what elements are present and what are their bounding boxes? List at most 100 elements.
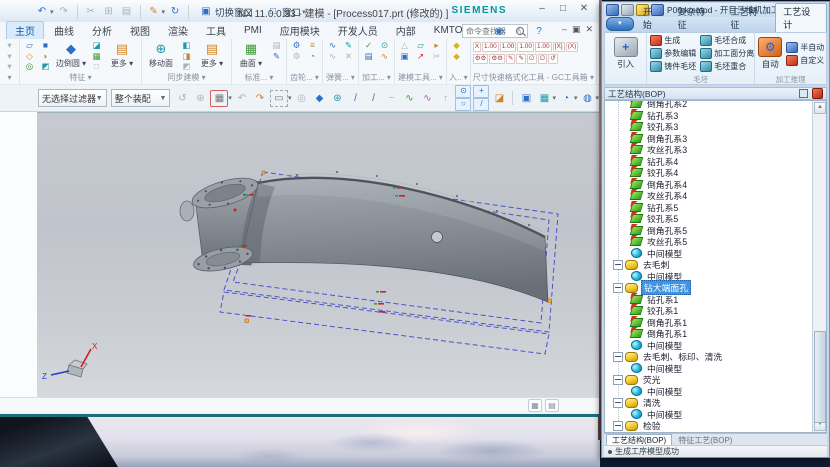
offset-face-icon[interactable]: ◨: [179, 51, 194, 62]
maximize-icon[interactable]: □: [556, 3, 570, 14]
dropdown-arrow-icon[interactable]: ▾: [288, 94, 292, 102]
selection-scope-dropdown[interactable]: 整个装配▼: [111, 89, 171, 107]
render-style-icon[interactable]: ◍: [579, 91, 595, 106]
collapse-icon[interactable]: [613, 398, 623, 408]
doc-minimize-icon[interactable]: –: [562, 24, 567, 35]
nx-tab-内部[interactable]: 内部: [388, 22, 424, 39]
tag-icon[interactable]: ▸: [429, 40, 444, 51]
pattern-icon[interactable]: ▦: [89, 51, 104, 62]
nx-tab-工具[interactable]: 工具: [198, 22, 234, 39]
nx-tab-开发人员[interactable]: 开发人员: [330, 22, 386, 39]
rect-select-icon[interactable]: ▭: [270, 90, 288, 107]
spring-del-icon[interactable]: ✕: [341, 51, 356, 62]
extrude-icon[interactable]: ■: [38, 40, 53, 51]
nx-tab-渲染[interactable]: 渲染: [160, 22, 196, 39]
face-separate-button[interactable]: 加工面分离: [700, 48, 754, 59]
gear-pair-icon[interactable]: ⚙: [289, 51, 304, 62]
selection-filter-dropdown[interactable]: 无选择过滤器▼: [38, 89, 107, 107]
shell-icon[interactable]: □: [89, 61, 104, 72]
tree-item[interactable]: 清洗: [605, 397, 813, 409]
measure-icon[interactable]: ▣: [397, 51, 412, 62]
datum-plane-icon[interactable]: ◇: [22, 51, 37, 62]
touch-icon[interactable]: ↺: [174, 91, 190, 106]
boolean-icon[interactable]: ◩: [38, 61, 53, 72]
gc-tool-chip[interactable]: ✎: [516, 54, 525, 64]
paste-icon[interactable]: ▤: [119, 4, 135, 19]
probe-icon[interactable]: ⊙: [377, 40, 392, 51]
layout-view-icon[interactable]: ▤: [545, 399, 559, 412]
custom-infer-button[interactable]: 自定义: [786, 55, 824, 66]
resource-bar[interactable]: [0, 112, 38, 397]
tree-item[interactable]: 倒角孔系1: [605, 328, 813, 340]
triangle-icon[interactable]: △: [397, 40, 412, 51]
gc-tool-chip[interactable]: ⚙⚙: [489, 54, 505, 64]
tree-item[interactable]: 攻丝孔系5: [605, 236, 813, 248]
gc-tool-chip[interactable]: X: [473, 42, 481, 52]
gc-tool-chip[interactable]: ✎: [506, 54, 515, 64]
solid-body-icon[interactable]: ◆: [311, 91, 327, 106]
collapse-icon[interactable]: [613, 283, 623, 293]
app-logo-icon[interactable]: [606, 4, 619, 16]
tree-item[interactable]: 攻丝孔系4: [605, 190, 813, 202]
undo-icon[interactable]: ↶: [34, 4, 50, 19]
next-select-icon[interactable]: ↷: [252, 91, 268, 106]
pin-icon[interactable]: [799, 89, 808, 98]
view-orient-icon[interactable]: ◔: [558, 91, 574, 106]
blank-generate-button[interactable]: 生成: [650, 35, 696, 46]
segment-icon[interactable]: /: [365, 91, 381, 106]
blank-param-edit-button[interactable]: 参数编辑: [650, 48, 696, 59]
gear-icon[interactable]: ⚙: [289, 40, 304, 51]
cut-icon[interactable]: ✂: [83, 4, 99, 19]
tree-item[interactable]: 铰孔系1: [605, 305, 813, 317]
tree-item[interactable]: 攻丝孔系3: [605, 144, 813, 156]
window-style-icon[interactable]: ◉: [491, 24, 507, 39]
auto-infer-button[interactable]: ⚙ 自动: [757, 37, 783, 70]
tree-item[interactable]: 钻大端面孔: [605, 282, 813, 294]
nx-tab-曲线[interactable]: 曲线: [46, 22, 82, 39]
blank-merge-button[interactable]: 毛坯合成: [700, 35, 754, 46]
more-features-button[interactable]: ▤更多 ▾: [105, 40, 139, 69]
tree-item[interactable]: 中间模型: [605, 363, 813, 375]
new-doc-icon[interactable]: [621, 4, 634, 16]
spline-icon[interactable]: ∿: [401, 91, 417, 106]
tree-item[interactable]: 中间模型: [605, 409, 813, 421]
expand-row-icon[interactable]: ▾: [2, 40, 17, 51]
semi-auto-button[interactable]: 半自动: [786, 42, 824, 53]
hole-icon[interactable]: ◎: [22, 61, 37, 72]
dropdown-arrow-icon[interactable]: ▾: [162, 8, 166, 16]
line-icon[interactable]: /: [347, 91, 363, 106]
nx-tab-分析[interactable]: 分析: [84, 22, 120, 39]
gc-tool-chip[interactable]: ∅: [527, 54, 537, 64]
dropdown-arrow-icon[interactable]: ▾: [595, 94, 599, 102]
expand-row-icon[interactable]: ▾: [2, 51, 17, 62]
edge-blend-button[interactable]: ◆边倒圆 ▾: [54, 40, 88, 69]
center-point-toggle[interactable]: ⊙○: [455, 85, 471, 111]
polyline-icon[interactable]: ∿: [419, 91, 435, 106]
copy-icon[interactable]: ⊞: [101, 4, 117, 19]
grid-display-icon[interactable]: ▦: [536, 91, 552, 106]
gc-tool-chip[interactable]: ↺: [548, 54, 557, 64]
tree-item[interactable]: 荧光: [605, 374, 813, 386]
rack-icon[interactable]: ≡: [305, 40, 320, 51]
nx-tab-PMI[interactable]: PMI: [236, 24, 270, 37]
redo-icon[interactable]: ↷: [56, 4, 72, 19]
km-tab-开始[interactable]: 开始: [635, 3, 669, 32]
panel-close-icon[interactable]: [812, 88, 823, 99]
close-icon[interactable]: ✕: [577, 3, 591, 14]
km-tab-工艺设计[interactable]: 工艺设计: [775, 3, 827, 32]
tree-item[interactable]: 铰孔系3: [605, 121, 813, 133]
axis-tool-icon[interactable]: ↗: [413, 51, 428, 62]
bevel-gear-icon[interactable]: ◔: [305, 51, 320, 62]
refresh-icon[interactable]: ↻: [167, 4, 183, 19]
tree-item[interactable]: 中间模型: [605, 271, 813, 283]
blank-casting-button[interactable]: 铸件毛坯: [650, 61, 696, 72]
dropdown-arrow-icon[interactable]: ▾: [574, 94, 578, 102]
scroll-thumb[interactable]: [814, 331, 826, 423]
minimize-icon[interactable]: –: [535, 3, 549, 14]
replace-face-icon[interactable]: ◧: [179, 40, 194, 51]
sketch-icon[interactable]: ▱: [22, 40, 37, 51]
dropdown-arrow-icon[interactable]: ▾: [50, 8, 54, 16]
scroll-up-icon[interactable]: ▲: [814, 102, 826, 114]
snap-point-icon[interactable]: ⊛: [329, 91, 345, 106]
notes-icon[interactable]: ▤: [361, 51, 376, 62]
